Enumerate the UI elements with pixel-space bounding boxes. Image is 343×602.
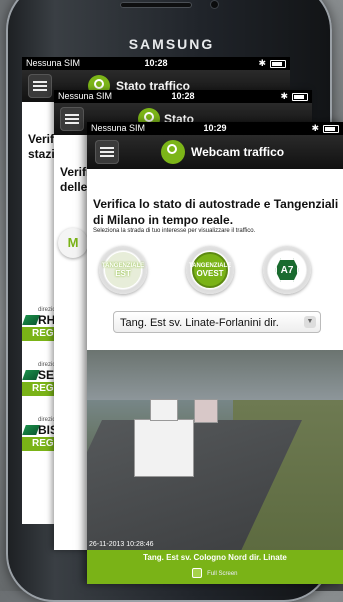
regional-button[interactable]: REG [22,382,56,396]
truck [151,400,177,420]
tangenziale-ovest-button[interactable]: TANGENZIALE OVEST [186,246,234,294]
truck [135,420,193,476]
instruction-text: Seleziona la strada di tuo interesse per… [93,228,256,234]
headline-peek: Verifi stazi [28,132,57,162]
camera-select[interactable]: Tang. Est sv. Linate-Forlanini dir. ▼ [113,311,321,333]
menu-button[interactable] [28,74,52,98]
status-bar: Nessuna SIM 10:28 ✱ [22,57,290,70]
front-camera [211,1,218,8]
peek-line: stazi [28,147,55,161]
list-item[interactable]: direzion RHO REG [22,307,65,341]
status-bar: Nessuna SIM 10:29 ✱ [87,122,343,135]
tangenziale-est-badge: TANGENZIALE EST [102,252,144,288]
status-bar: Nessuna SIM 10:28 ✱ [54,90,312,103]
regional-button[interactable]: REG [22,327,56,341]
menu-button[interactable] [95,140,119,164]
list-item[interactable]: direzion BISC REG [22,417,67,451]
webcam-image[interactable]: 26-11-2013 10:28:46 [87,350,343,550]
fullscreen-button[interactable]: Full Screen [87,565,343,584]
speaker-grille [120,2,192,8]
chevron-down-icon: ▼ [304,316,316,328]
battery-icon [270,60,286,68]
nav-bar: Webcam traffico [87,135,343,169]
metro-button[interactable]: M [58,228,88,258]
sky-area [87,350,343,400]
screen-front: Nessuna SIM 10:29 ✱ Webcam traffico Veri… [87,122,343,584]
motorway-sign-icon: A7 [275,258,299,282]
fullscreen-label: Full Screen [207,571,238,577]
clock: 10:28 [144,58,168,68]
bluetooth-icon: ✱ [311,123,319,133]
clock: 10:28 [171,91,195,101]
peek-line: Verifi [60,165,90,179]
bluetooth-icon: ✱ [258,58,266,68]
button-line: EST [115,269,131,278]
battery-icon [292,93,308,101]
headline: Verifica lo stato di autostrade e Tangen… [93,197,339,227]
a7-button[interactable]: A7 [263,246,311,294]
button-line: OVEST [196,269,224,278]
battery-icon [323,125,339,133]
page-title: Webcam traffico [191,145,285,159]
tangenziale-est-button[interactable]: TANGENZIALE EST [99,246,147,294]
fullscreen-icon [192,568,203,579]
headline-peek: Verifi delle [60,165,89,195]
webcam-caption: Tang. Est sv. Cologno Nord dir. Linate [87,550,343,565]
regional-button[interactable]: REG [22,437,56,451]
list-item[interactable]: direzion SES REG [22,362,62,396]
menu-button[interactable] [60,107,84,131]
bluetooth-icon: ✱ [280,91,288,101]
select-value: Tang. Est sv. Linate-Forlanini dir. [120,317,279,329]
clock: 10:29 [203,123,227,133]
peek-line: Verifi [28,132,58,146]
webcam-timestamp: 26-11-2013 10:28:46 [89,541,154,548]
brand-logo: SAMSUNG [128,36,215,52]
webcam-logo-icon [161,140,185,164]
tangenziale-ovest-badge: TANGENZIALE OVEST [189,252,231,288]
a7-badge: A7 [269,252,305,288]
truck [195,400,217,422]
peek-line: delle [60,180,88,194]
